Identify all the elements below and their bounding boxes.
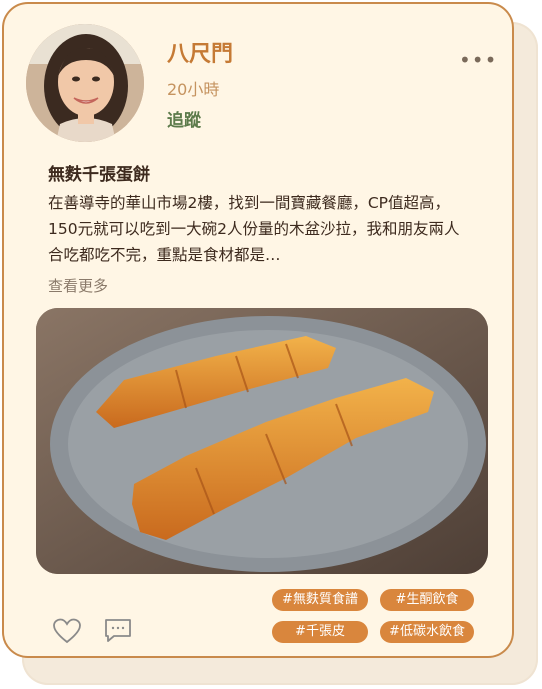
post-card: 八尺門 20小時 追蹤 ••• 無麩千張蛋餅 在善導寺的華山市場2樓，找到一間寶… xyxy=(2,2,514,658)
post-title: 無麩千張蛋餅 xyxy=(48,165,150,185)
tag-tofu-skin[interactable]: #千張皮 xyxy=(272,621,368,643)
tag-keto[interactable]: #生酮飲食 xyxy=(380,589,474,611)
post-body: 在善導寺的華山市場2樓，找到一間寶藏餐廳，CP值超高，150元就可以吃到一大碗2… xyxy=(48,194,460,264)
avatar[interactable] xyxy=(26,24,144,142)
tag-gluten-free[interactable]: #無麩質食譜 xyxy=(272,589,368,611)
author-name[interactable]: 八尺門 xyxy=(167,36,233,68)
post-time: 20小時 xyxy=(167,80,220,99)
more-options-button[interactable]: ••• xyxy=(459,50,496,70)
post-photo[interactable] xyxy=(36,308,488,574)
see-more-link[interactable]: 查看更多 xyxy=(48,275,108,296)
heart-icon[interactable] xyxy=(53,618,81,644)
comment-icon[interactable] xyxy=(104,618,132,644)
tag-low-carb[interactable]: #低碳水飲食 xyxy=(380,621,474,643)
follow-button[interactable]: 追蹤 xyxy=(167,106,201,131)
